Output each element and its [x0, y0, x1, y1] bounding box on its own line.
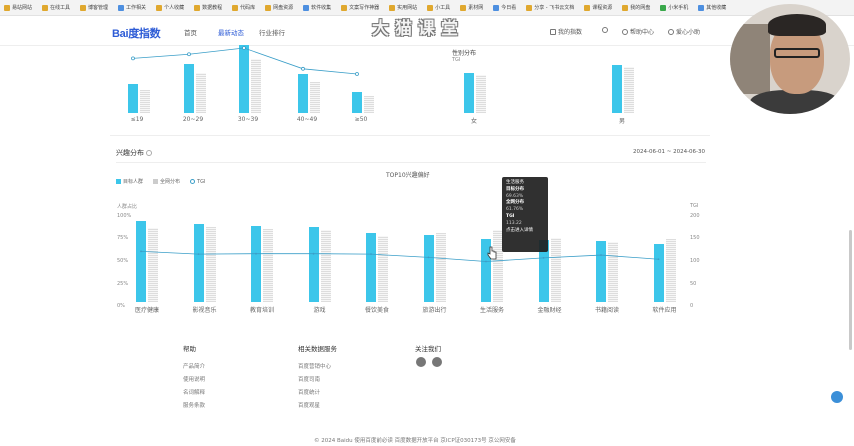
copyright: © 2024 Baidu 使用百度前必读 百度数据开放平台 京ICP证03017…: [314, 438, 516, 444]
interest-tgi-point: [542, 256, 545, 259]
footer-related-item[interactable]: 百度营销中心: [298, 362, 331, 370]
interest-tgi-line: [140, 250, 660, 263]
footer-help-item[interactable]: 服务条款: [183, 401, 205, 409]
wechat-icon[interactable]: [432, 357, 442, 367]
chart-tooltip: 生活服务 目标分布 69.63% 全网分布 61.76% TGI 113.22 …: [502, 177, 548, 252]
footer-help-item[interactable]: 产品简介: [183, 362, 205, 370]
tooltip-value: 113.22: [506, 220, 522, 226]
interest-tgi-point: [255, 252, 257, 255]
webcam-hair: [768, 14, 826, 36]
footer-related-item[interactable]: 百度统计: [298, 388, 320, 396]
footer-help-item[interactable]: 名词解释: [183, 388, 205, 396]
hand-cursor-icon: [487, 246, 497, 260]
webcam-overlay: [730, 4, 850, 114]
tooltip-title: 生活服务: [506, 180, 524, 185]
webcam-background: [730, 24, 770, 94]
interest-tgi-point: [370, 253, 372, 256]
weibo-icon[interactable]: [416, 357, 426, 367]
tooltip-link[interactable]: 点击进入详情: [506, 228, 544, 235]
interest-tgi-point: [485, 260, 487, 263]
feedback-icon[interactable]: [831, 391, 843, 403]
footer-related-title: 相关数据服务: [298, 345, 337, 353]
footer-help-item[interactable]: 使用说明: [183, 375, 205, 383]
webcam-glasses: [774, 48, 820, 58]
tooltip-value: 61.76%: [506, 207, 524, 213]
interest-tgi-point: [140, 250, 142, 253]
footer-related-item[interactable]: 百度司南: [298, 375, 320, 383]
footer-help-title: 帮助: [183, 345, 196, 353]
footer-related-item[interactable]: 百度观星: [298, 401, 320, 409]
tooltip-label: TGI: [506, 213, 515, 219]
interest-tgi-point: [657, 258, 660, 261]
interest-tgi-point: [312, 252, 315, 255]
scrollbar[interactable]: [849, 230, 852, 350]
interest-tgi-point: [600, 254, 602, 256]
interest-tgi-polyline: [140, 251, 659, 262]
interest-tgi-point: [427, 256, 430, 259]
interest-tgi-point: [197, 253, 200, 256]
tooltip-label: 目标分布: [506, 186, 524, 192]
footer-follow-title: 关注我们: [415, 345, 441, 353]
